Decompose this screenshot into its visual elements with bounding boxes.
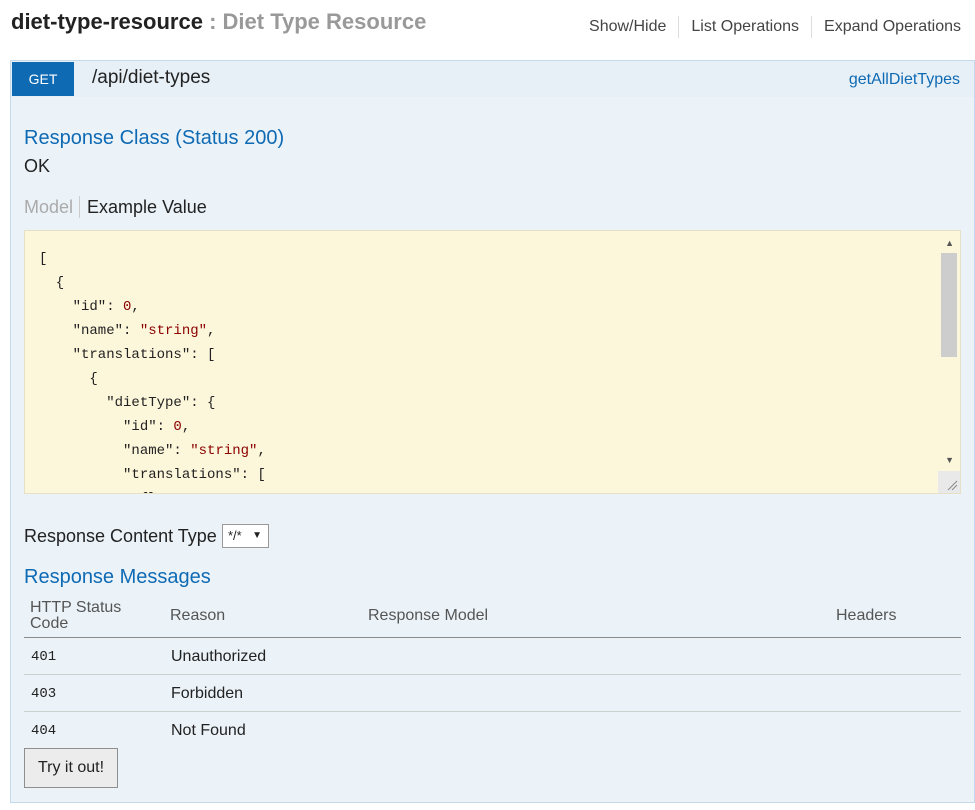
resource-name[interactable]: diet-type-resource <box>11 9 203 34</box>
scroll-up-arrow-icon[interactable]: ▲ <box>945 239 954 248</box>
reason-cell: Unauthorized <box>171 648 267 665</box>
response-class-heading: Response Class (Status 200) <box>24 127 285 149</box>
resource-links: Show/Hide List Operations Expand Operati… <box>577 16 961 38</box>
column-header-response-model: Response Model <box>368 607 489 624</box>
reason-cell: Forbidden <box>171 685 244 702</box>
column-header-headers: Headers <box>836 607 897 624</box>
resource-header: diet-type-resource : Diet Type Resource … <box>0 0 975 56</box>
status-code-cell: 401 <box>31 649 57 665</box>
status-code-cell: 403 <box>31 686 57 702</box>
column-header-reason: Reason <box>170 607 226 624</box>
table-row: 404 Not Found <box>24 712 961 749</box>
http-method-badge[interactable]: GET <box>12 62 74 96</box>
tab-model[interactable]: Model <box>24 196 81 218</box>
code-scrollbar[interactable]: ▲ ▼ <box>938 231 960 493</box>
show-hide-link[interactable]: Show/Hide <box>577 16 678 38</box>
status-code-cell: 404 <box>31 723 57 739</box>
example-value-code[interactable]: [ { "id": 0, "name": "string", "translat… <box>24 230 961 494</box>
tab-example-value[interactable]: Example Value <box>80 196 213 218</box>
example-json-text: [ { "id": 0, "name": "string", "translat… <box>39 251 266 493</box>
response-content-type-label: Response Content Type <box>24 526 217 546</box>
operation-header[interactable]: GET /api/diet-types getAllDietTypes <box>10 60 975 98</box>
snippet-tabs: Model Example Value <box>24 196 213 218</box>
scroll-thumb[interactable] <box>941 253 957 357</box>
try-it-out-button[interactable]: Try it out! <box>24 748 118 788</box>
resource-description: Diet Type Resource <box>222 9 427 34</box>
scroll-down-arrow-icon[interactable]: ▼ <box>945 456 954 465</box>
expand-operations-link[interactable]: Expand Operations <box>811 16 961 38</box>
content-type-value: */* <box>228 528 242 543</box>
response-content-type-select[interactable]: */* ▼ <box>222 524 269 548</box>
dropdown-caret-icon: ▼ <box>252 530 262 541</box>
operation-nickname[interactable]: getAllDietTypes <box>849 71 960 89</box>
table-row: 401 Unauthorized <box>24 638 961 675</box>
list-operations-link[interactable]: List Operations <box>678 16 811 38</box>
resource-separator: : <box>209 9 217 34</box>
table-row: 403 Forbidden <box>24 675 961 712</box>
response-status-text: OK <box>24 156 51 176</box>
resource-title[interactable]: diet-type-resource : Diet Type Resource <box>11 9 426 35</box>
operation-path[interactable]: /api/diet-types <box>92 67 210 89</box>
resize-handle-icon[interactable] <box>938 471 960 493</box>
response-messages-heading: Response Messages <box>24 566 211 588</box>
reason-cell: Not Found <box>171 722 246 739</box>
column-header-http-status-code: HTTP Status Code <box>30 599 122 632</box>
